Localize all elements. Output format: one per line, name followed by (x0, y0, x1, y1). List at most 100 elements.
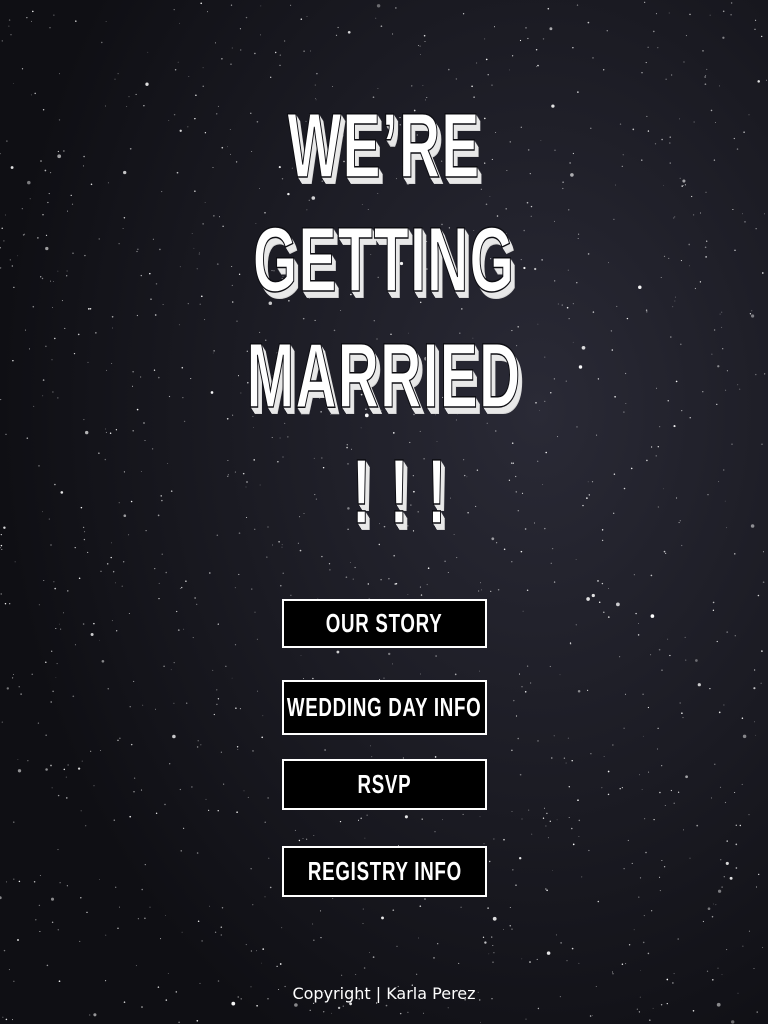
star (29, 198, 31, 200)
star (179, 588, 181, 589)
star (563, 757, 566, 759)
star (519, 857, 522, 860)
star (294, 1003, 298, 1007)
star (136, 250, 138, 253)
star (45, 246, 49, 251)
star (262, 715, 264, 717)
star (568, 318, 570, 320)
star (601, 787, 603, 789)
star (385, 1004, 388, 1007)
star (40, 276, 42, 278)
star (256, 638, 258, 640)
wedding-day-info-button[interactable]: WEDDING DAY INFO (282, 680, 487, 735)
star (633, 574, 635, 576)
star (705, 256, 707, 258)
star (712, 601, 715, 604)
star (306, 16, 308, 17)
star (290, 594, 292, 596)
star (419, 45, 421, 47)
star (645, 309, 648, 311)
star (735, 843, 738, 846)
star (519, 773, 522, 776)
star (508, 69, 510, 71)
star (726, 631, 729, 633)
star (13, 980, 15, 982)
star (260, 5, 262, 7)
star (638, 896, 640, 898)
star (118, 243, 120, 245)
star (644, 1, 646, 3)
star (202, 67, 204, 69)
star (517, 737, 519, 740)
star (555, 934, 557, 936)
star (755, 734, 757, 736)
star (572, 47, 574, 49)
star (270, 76, 272, 78)
star (45, 345, 47, 348)
star (80, 506, 83, 509)
star (419, 586, 421, 588)
star (141, 1006, 143, 1008)
star (616, 305, 618, 307)
star (172, 734, 176, 739)
star (399, 1012, 402, 1015)
star (480, 589, 483, 591)
star (578, 835, 580, 837)
star (111, 315, 114, 318)
star (28, 348, 30, 350)
star (670, 789, 673, 792)
star (695, 659, 698, 662)
star (417, 44, 419, 46)
star (341, 974, 343, 976)
star (337, 1006, 341, 1010)
star (185, 580, 187, 583)
star (525, 1018, 527, 1020)
star (660, 1003, 663, 1006)
star (2, 1016, 4, 1018)
star (492, 944, 494, 947)
star (316, 72, 318, 75)
star (661, 669, 663, 671)
star (106, 369, 108, 371)
star (54, 337, 56, 340)
star (32, 305, 35, 308)
star (63, 612, 64, 614)
star (576, 426, 578, 428)
star (347, 30, 351, 34)
star (336, 650, 340, 654)
star (117, 739, 119, 742)
star (551, 547, 554, 550)
star (462, 13, 465, 15)
star (487, 74, 489, 76)
star (352, 578, 354, 580)
star (33, 405, 35, 407)
star (667, 638, 669, 640)
star (93, 785, 95, 787)
star (137, 918, 139, 920)
star (378, 543, 381, 546)
star (418, 937, 420, 939)
our-story-button[interactable]: OUR STORY (282, 599, 487, 648)
star (612, 744, 614, 746)
star (302, 317, 305, 320)
star (624, 693, 627, 695)
star (221, 907, 224, 909)
star (764, 373, 766, 375)
star (179, 22, 180, 24)
star (144, 917, 146, 920)
star (713, 903, 714, 905)
star (566, 960, 568, 962)
star (55, 627, 57, 630)
star (645, 851, 647, 854)
star (511, 55, 514, 57)
star (535, 49, 538, 51)
star (734, 553, 736, 555)
star (515, 884, 517, 886)
rsvp-button[interactable]: RSVP (282, 759, 487, 810)
registry-info-button[interactable]: REGISTRY INFO (282, 846, 487, 897)
star (681, 409, 683, 412)
star (256, 950, 257, 952)
star (183, 827, 185, 829)
star (549, 27, 553, 31)
star (128, 534, 130, 536)
